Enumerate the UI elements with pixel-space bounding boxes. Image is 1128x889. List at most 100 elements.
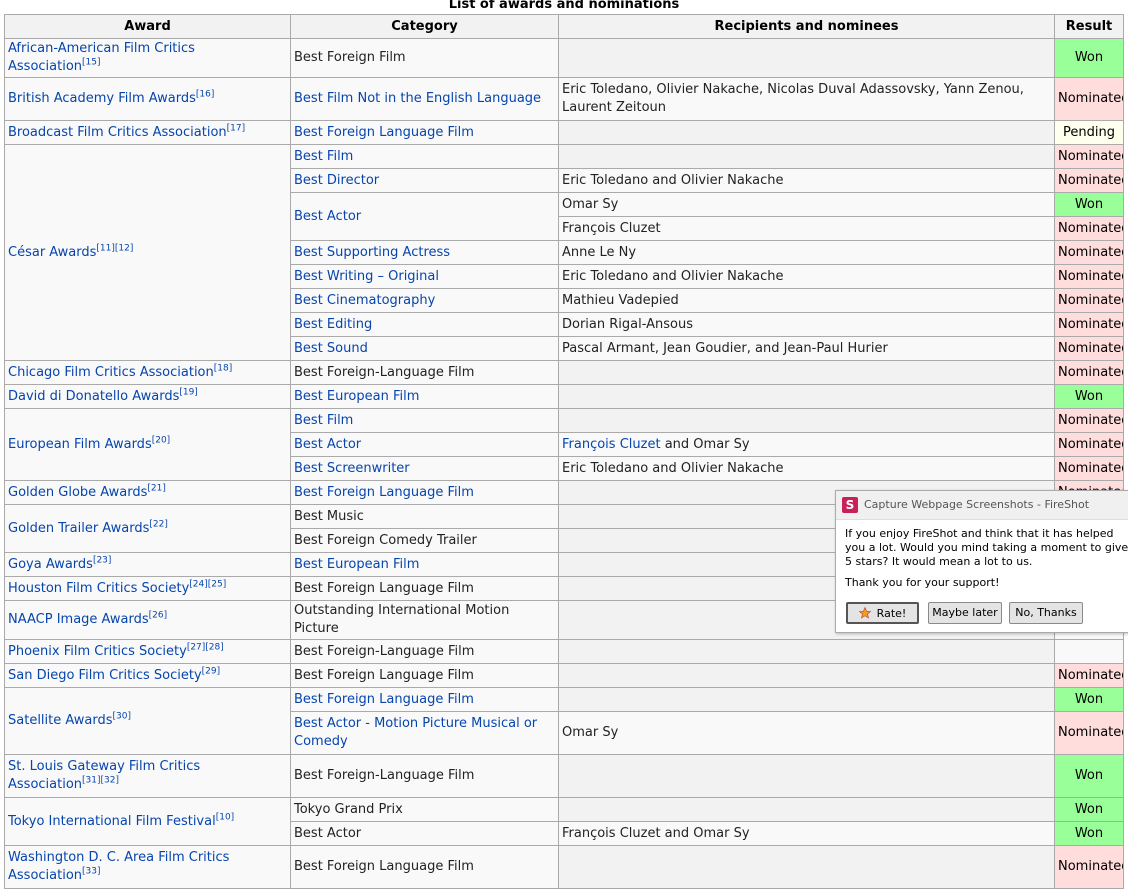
award-link[interactable]: Golden Globe Awards xyxy=(8,485,147,500)
category-link[interactable]: Best Cinematography xyxy=(294,293,435,308)
result-nominated: Nominated xyxy=(1054,216,1124,241)
header-recipients[interactable]: Recipients and nominees xyxy=(558,14,1055,39)
category-cell: Best Foreign-Language Film xyxy=(290,754,559,798)
rate-button-label: Rate! xyxy=(876,607,907,620)
category-link[interactable]: Best Foreign Language Film xyxy=(294,125,474,140)
result-nominated: Nominated xyxy=(1054,168,1124,193)
award-cell: César Awards[11][12] xyxy=(4,144,291,361)
fireshot-logo-icon: S xyxy=(842,497,858,513)
category-link[interactable]: Best Film Not in the English Language xyxy=(294,91,541,106)
award-link[interactable]: British Academy Film Awards xyxy=(8,91,196,106)
citation-link[interactable]: [11][12] xyxy=(96,243,133,253)
citation-link[interactable]: [16] xyxy=(196,90,214,100)
category-cell: Best Foreign Language Film xyxy=(290,120,559,145)
no-thanks-button[interactable]: No, Thanks xyxy=(1009,602,1083,624)
citation-link[interactable]: [10] xyxy=(216,812,234,822)
category-link[interactable]: Best European Film xyxy=(294,389,419,404)
award-link[interactable]: San Diego Film Critics Society xyxy=(8,668,202,683)
result-won: Won xyxy=(1054,821,1124,846)
header-award[interactable]: Award xyxy=(4,14,291,39)
award-cell: Tokyo International Film Festival[10] xyxy=(4,797,291,846)
citation-link[interactable]: [30] xyxy=(112,712,130,722)
citation-link[interactable]: [19] xyxy=(179,387,197,397)
citation-link[interactable]: [31][32] xyxy=(82,776,119,786)
award-link[interactable]: César Awards xyxy=(8,245,96,260)
category-cell: Best Foreign Language Film xyxy=(290,845,559,889)
citation-link[interactable]: [22] xyxy=(149,519,167,529)
award-link[interactable]: David di Donatello Awards xyxy=(8,389,179,404)
recipients-cell: Eric Toledano and Olivier Nakache xyxy=(558,168,1055,193)
recipients-cell: Dorian Rigal-Ansous xyxy=(558,312,1055,337)
citation-link[interactable]: [33] xyxy=(82,867,100,877)
category-cell: Best Actor xyxy=(290,821,559,846)
recipient-text: Omar Sy xyxy=(693,436,750,452)
category-link[interactable]: Best Film xyxy=(294,149,353,164)
category-link[interactable]: Best Sound xyxy=(294,341,368,356)
category-link[interactable]: Best Film xyxy=(294,413,353,428)
award-link[interactable]: NAACP Image Awards xyxy=(8,612,149,627)
header-category[interactable]: Category xyxy=(290,14,559,39)
award-cell: Houston Film Critics Society[24][25] xyxy=(4,576,291,601)
category-link[interactable]: Best Supporting Actress xyxy=(294,245,450,260)
citation-link[interactable]: [26] xyxy=(149,611,167,621)
result-nominated: Nominated xyxy=(1054,288,1124,313)
award-link[interactable]: Phoenix Film Critics Society xyxy=(8,644,187,659)
recipient-link[interactable]: François Cluzet xyxy=(562,437,661,452)
result-nominated: Nominated xyxy=(1054,663,1124,688)
table-row: David di Donatello Awards[19] Best Europ… xyxy=(4,384,1124,409)
award-link[interactable]: Golden Trailer Awards xyxy=(8,521,149,536)
award-link[interactable]: European Film Awards xyxy=(8,437,152,452)
category-link[interactable]: Best European Film xyxy=(294,557,419,572)
award-link[interactable]: Washington D. C. Area Film Critics Assoc… xyxy=(8,850,229,883)
award-link[interactable]: Chicago Film Critics Association xyxy=(8,365,214,380)
category-link[interactable]: Best Foreign Language Film xyxy=(294,692,474,707)
citation-link[interactable]: [27][28] xyxy=(187,642,224,652)
maybe-later-button[interactable]: Maybe later xyxy=(928,602,1002,624)
award-link[interactable]: Goya Awards xyxy=(8,557,93,572)
recipients-cell-empty xyxy=(558,38,1055,78)
category-text: Best Foreign-Language Film xyxy=(294,364,475,380)
awards-table: Award Category Recipients and nominees R… xyxy=(4,14,1124,889)
category-cell: Best Foreign Language Film xyxy=(290,687,559,712)
citation-link[interactable]: [29] xyxy=(202,666,220,676)
category-link[interactable]: Best Writing – Original xyxy=(294,269,439,284)
category-cell: Best European Film xyxy=(290,552,559,577)
category-text: Best Foreign Language Film xyxy=(294,580,474,596)
result-nominated: Nominated xyxy=(1054,264,1124,289)
citation-link[interactable]: [18] xyxy=(214,363,232,373)
category-link[interactable]: Best Foreign Language Film xyxy=(294,485,474,500)
recipients-cell-empty xyxy=(558,408,1055,433)
result-nominated: Nominated xyxy=(1054,240,1124,265)
rate-button[interactable]: Rate! xyxy=(846,602,919,624)
table-header-row: Award Category Recipients and nominees R… xyxy=(4,14,1124,39)
category-text: Best Foreign Language Film xyxy=(294,859,474,874)
category-link[interactable]: Best Actor xyxy=(294,209,361,224)
award-link[interactable]: Broadcast Film Critics Association xyxy=(8,125,227,140)
citation-link[interactable]: [23] xyxy=(93,555,111,565)
category-link[interactable]: Best Director xyxy=(294,173,379,188)
result-won: Won xyxy=(1054,797,1124,822)
citation-link[interactable]: [24][25] xyxy=(189,579,226,589)
citation-link[interactable]: [21] xyxy=(147,483,165,493)
header-result[interactable]: Result xyxy=(1054,14,1124,39)
award-link[interactable]: African-American Film Critics Associatio… xyxy=(8,41,195,74)
citation-link[interactable]: [20] xyxy=(152,435,170,445)
category-link[interactable]: Best Actor - Motion Picture Musical or C… xyxy=(294,716,537,749)
award-link[interactable]: Houston Film Critics Society xyxy=(8,581,189,596)
category-link[interactable]: Best Editing xyxy=(294,317,372,332)
recipients-cell: Mathieu Vadepied xyxy=(558,288,1055,313)
citation-link[interactable]: [17] xyxy=(227,123,245,133)
result-won: Won xyxy=(1054,192,1124,217)
table-row: Broadcast Film Critics Association[17] B… xyxy=(4,120,1124,145)
category-link[interactable]: Best Actor xyxy=(294,437,361,452)
category-link[interactable]: Best Screenwriter xyxy=(294,461,410,476)
category-cell: Best Foreign Film xyxy=(290,38,559,78)
award-link[interactable]: Satellite Awards xyxy=(8,713,112,728)
result-nominated: Nominated xyxy=(1054,77,1124,121)
category-cell: Best Film xyxy=(290,408,559,433)
citation-link[interactable]: [15] xyxy=(82,58,100,68)
recipients-cell-empty xyxy=(558,754,1055,798)
category-cell: Best Foreign Comedy Trailer xyxy=(290,528,559,553)
category-text: Best Foreign-Language Film xyxy=(294,768,475,783)
award-link[interactable]: Tokyo International Film Festival xyxy=(8,814,216,829)
